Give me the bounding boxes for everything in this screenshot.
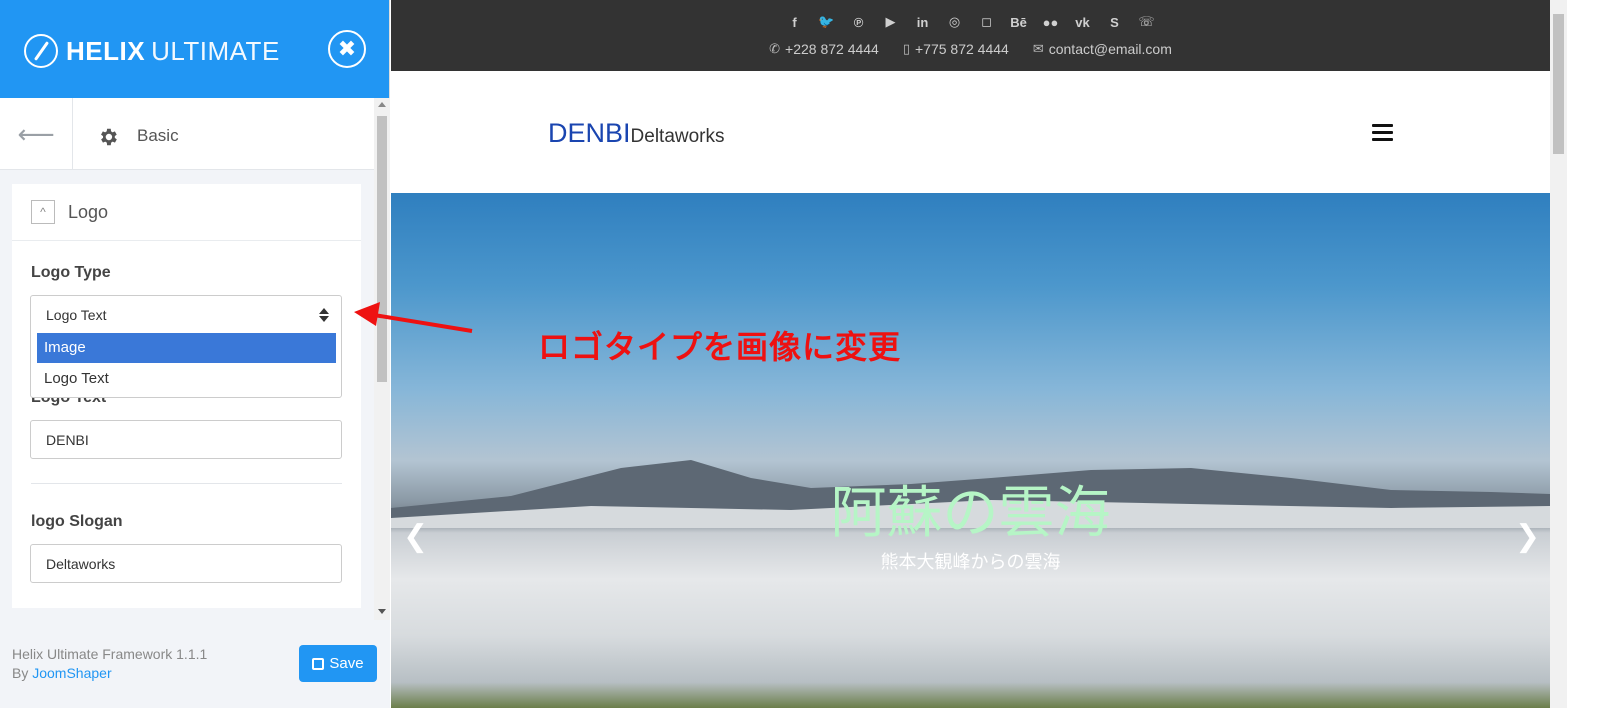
behance-icon[interactable]: Bē [1009,12,1029,32]
close-icon: ✖ [337,36,357,61]
brand-name-light: ULTIMATE [151,35,280,66]
chevron-up-icon: ^ [40,205,46,219]
panel-nav: ⟵ Basic [0,98,374,170]
select-arrows-icon [318,306,330,324]
window-margin [1567,0,1600,708]
close-panel-button[interactable]: ✖ [328,30,366,68]
hero-subtitle: 熊本大観峰からの雲海 [880,552,1061,573]
panel-scrollbar[interactable] [374,98,390,620]
section-title: Logo [68,201,109,222]
logo-section-card: ^ Logo Logo Type Logo Text DENBI logo Sl… [12,184,361,608]
option-image[interactable]: Image [37,333,336,363]
hamburger-menu-icon[interactable] [1372,124,1393,142]
contact-info: ✆ +228 872 4444 ▯ +775 872 4444 ✉ contac… [391,41,1550,57]
twitter-icon[interactable]: 🐦 [817,12,837,32]
framework-version: Helix Ultimate Framework 1.1.1 [12,646,208,662]
collapse-toggle[interactable]: ^ [31,200,55,224]
save-label: Save [329,655,364,672]
logo-section-header[interactable]: ^ Logo [12,184,361,241]
contact-mobile: ▯ +775 872 4444 [903,41,1009,57]
scroll-down-icon[interactable] [378,609,386,614]
logo-type-label: Logo Type [31,264,111,281]
skype-icon[interactable]: S [1105,12,1125,32]
author-credit: By JoomShaper [12,665,112,681]
logo-type-select[interactable]: Logo Text Image Logo Text [30,295,342,398]
envelope-icon: ✉ [1032,41,1044,56]
logo-slogan-label: logo Slogan [31,513,123,530]
slider-prev-icon[interactable]: ❮ [403,519,428,554]
panel-header: HELIX ULTIMATE ✖ [0,0,389,98]
helix-logo-icon [24,34,58,68]
option-logo-text[interactable]: Logo Text [37,364,336,394]
logo-type-selected-value: Logo Text [46,307,107,323]
site-topbar: f 🐦 ℗ ▶ in ◎ ◻ Bē ●● vk S ☏ ✆ +228 872 4444 ▯ +775 … [391,0,1550,71]
pinterest-icon[interactable]: ℗ [849,12,869,32]
nav-title: Basic [137,126,179,145]
annotation-arrow [354,302,473,333]
email-address[interactable]: contact@email.com [1049,41,1172,57]
linkedin-icon[interactable]: in [913,12,933,32]
joomshaper-link[interactable]: JoomShaper [32,665,111,681]
dribbble-icon[interactable]: ◎ [945,12,965,32]
helix-options-panel: HELIX ULTIMATE ✖ ⟵ Basic ^ Logo Logo Typ… [0,0,390,708]
contact-email: ✉ contact@email.com [1033,41,1172,57]
site-logo-slogan: Deltaworks [630,126,725,147]
page-scrollbar[interactable] [1550,0,1567,708]
brand-name-bold: HELIX [66,35,146,66]
vk-icon[interactable]: vk [1073,12,1093,32]
mobile-number[interactable]: +775 872 4444 [915,41,1009,57]
slider-next-icon[interactable]: ❯ [1515,519,1540,554]
site-logo-text: DENBI [548,118,631,148]
divider [31,483,342,484]
gear-icon [101,128,117,146]
whatsapp-icon[interactable]: ☏ [1137,12,1157,32]
instagram-icon[interactable]: ◻ [977,12,997,32]
arrow-left-icon: ⟵ [17,118,55,149]
hero-slider: 阿蘇の雲海 熊本大観峰からの雲海 ❮ ❯ [391,193,1550,708]
facebook-icon[interactable]: f [785,12,805,32]
hero-title: 阿蘇の雲海 [830,481,1111,546]
floppy-disk-icon [312,657,325,670]
helix-brand: HELIX ULTIMATE [24,34,280,68]
youtube-icon[interactable]: ▶ [881,12,901,32]
back-button[interactable]: ⟵ [0,98,73,170]
phone-icon: ✆ [769,41,781,56]
save-button[interactable]: Save [299,645,377,682]
mobile-icon: ▯ [902,41,910,56]
logo-slogan-input[interactable]: Deltaworks [30,544,342,583]
panel-footer: Helix Ultimate Framework 1.1.1 By JoomSh… [0,620,390,708]
page-scrollbar-thumb[interactable] [1553,14,1564,154]
contact-phone: ✆ +228 872 4444 [769,41,879,57]
annotation-text: ロゴタイプを画像に変更 [538,328,902,366]
social-icons: f 🐦 ℗ ▶ in ◎ ◻ Bē ●● vk S ☏ [391,12,1550,32]
flickr-icon[interactable]: ●● [1041,12,1061,32]
phone-number[interactable]: +228 872 4444 [785,41,879,57]
site-header: DENBI Deltaworks [391,71,1550,193]
scroll-up-icon[interactable] [378,102,386,107]
by-text: By [12,665,33,681]
logo-text-input[interactable]: DENBI [30,420,342,459]
site-logo[interactable]: DENBI Deltaworks [548,118,725,149]
